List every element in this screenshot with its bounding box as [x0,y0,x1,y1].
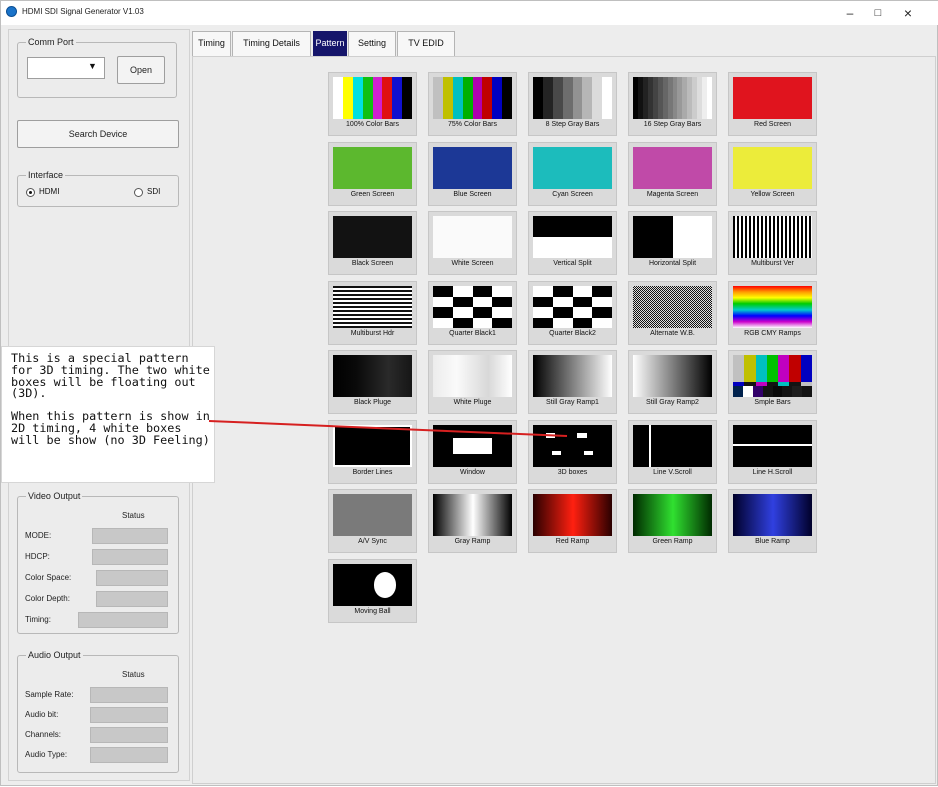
annotation-arrow [208,420,568,437]
arrow-line [208,420,568,437]
app-window: HDMI SDI Signal Generator V1.03 – □ × Co… [0,0,938,786]
